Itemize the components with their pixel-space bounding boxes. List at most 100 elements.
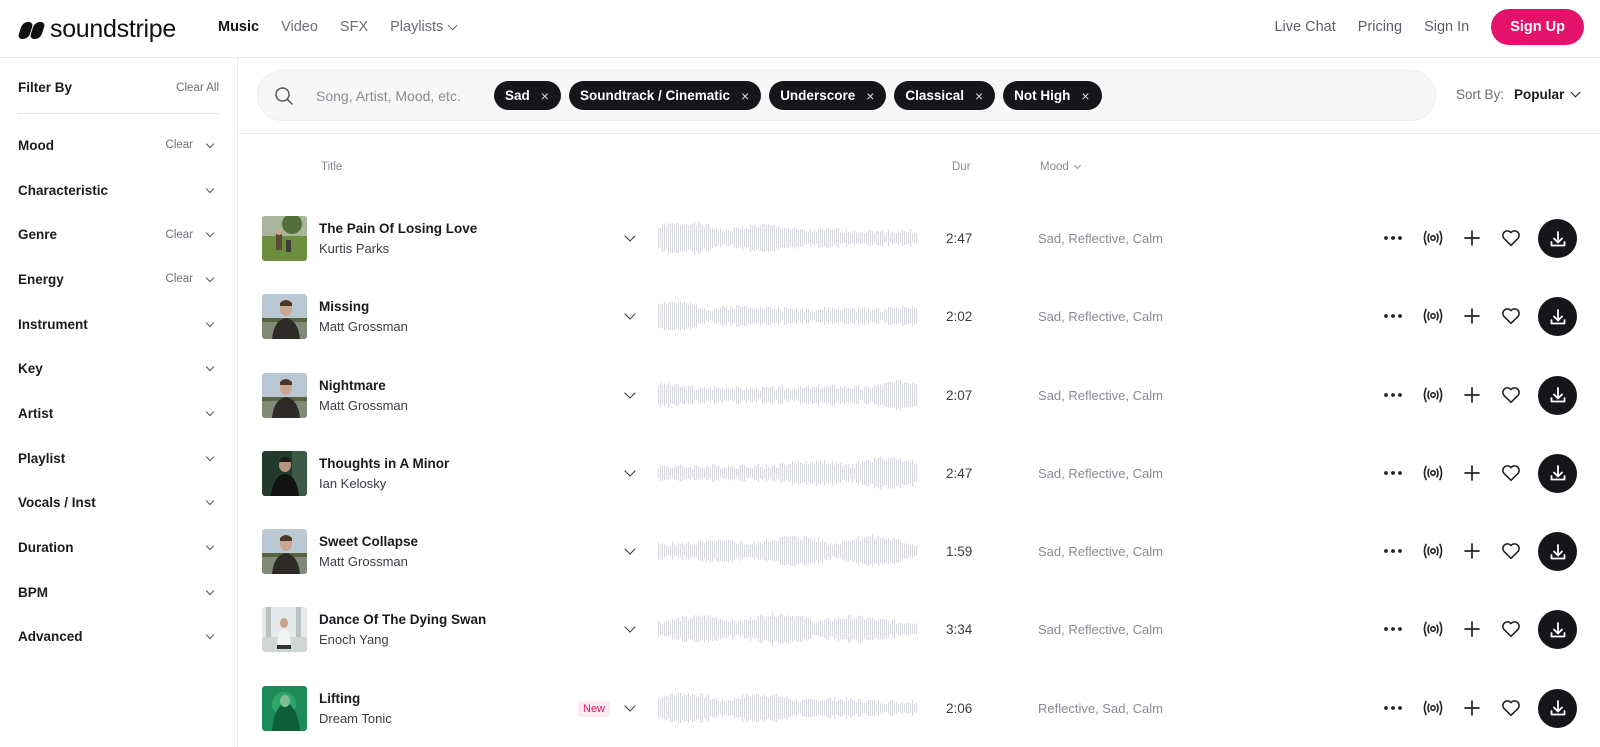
track-artwork[interactable] — [262, 607, 307, 653]
waveform[interactable] — [656, 377, 918, 413]
expand-chevron-icon[interactable] — [622, 621, 638, 637]
more-options-icon[interactable] — [1382, 618, 1404, 640]
filter-advanced[interactable]: Advanced — [18, 615, 219, 660]
more-options-icon[interactable] — [1382, 305, 1404, 327]
filter-chip[interactable]: Soundtrack / Cinematic × — [568, 81, 762, 110]
download-button[interactable] — [1538, 375, 1577, 415]
filter-playlist[interactable]: Playlist — [18, 436, 219, 481]
favorite-heart-icon[interactable] — [1500, 697, 1522, 719]
similar-songs-icon[interactable] — [1422, 305, 1444, 327]
similar-songs-icon[interactable] — [1422, 618, 1444, 640]
expand-chevron-icon[interactable] — [622, 700, 638, 716]
favorite-heart-icon[interactable] — [1500, 462, 1522, 484]
similar-songs-icon[interactable] — [1422, 462, 1444, 484]
nav-sfx[interactable]: SFX — [340, 19, 368, 35]
filter-chip[interactable]: Underscore × — [769, 81, 887, 110]
more-options-icon[interactable] — [1382, 462, 1404, 484]
favorite-heart-icon[interactable] — [1500, 618, 1522, 640]
track-row[interactable]: Thoughts in A Minor Ian Kelosky 2:47 Sad, R… — [262, 434, 1600, 512]
download-button[interactable] — [1538, 610, 1577, 650]
track-title[interactable]: Missing — [319, 299, 369, 314]
column-header-mood[interactable]: Mood — [1040, 161, 1081, 173]
filter-key[interactable]: Key — [18, 346, 219, 391]
pricing-link[interactable]: Pricing — [1358, 19, 1402, 35]
add-to-playlist-icon[interactable] — [1461, 227, 1483, 249]
favorite-heart-icon[interactable] — [1500, 540, 1522, 562]
track-title[interactable]: Thoughts in A Minor — [319, 456, 449, 471]
track-artwork[interactable] — [262, 216, 307, 261]
filter-genre[interactable]: Genre Clear — [18, 212, 219, 257]
filter-characteristic[interactable]: Characteristic — [18, 168, 219, 213]
nav-playlists[interactable]: Playlists — [390, 19, 458, 35]
track-title[interactable]: The Pain Of Losing Love — [319, 221, 477, 236]
more-options-icon[interactable] — [1382, 540, 1404, 562]
download-button[interactable] — [1538, 688, 1577, 728]
waveform[interactable] — [656, 455, 918, 491]
track-row[interactable]: Sweet Collapse Matt Grossman 1:59 Sad, Refl… — [262, 512, 1600, 590]
add-to-playlist-icon[interactable] — [1461, 384, 1483, 406]
track-artist[interactable]: Kurtis Parks — [319, 241, 389, 256]
favorite-heart-icon[interactable] — [1500, 305, 1522, 327]
filter-chip[interactable]: Not High × — [1003, 81, 1102, 110]
filter-bpm[interactable]: BPM — [18, 570, 219, 615]
filter-clear-button[interactable]: Clear — [166, 229, 193, 241]
track-artwork[interactable] — [262, 294, 307, 340]
similar-songs-icon[interactable] — [1422, 540, 1444, 562]
expand-chevron-icon[interactable] — [622, 387, 638, 403]
track-row[interactable]: Nightmare Matt Grossman 2:07 Sad, Reflectiv… — [262, 356, 1600, 434]
nav-music[interactable]: Music — [218, 19, 259, 35]
track-title[interactable]: Dance Of The Dying Swan — [319, 612, 486, 627]
filter-artist[interactable]: Artist — [18, 391, 219, 436]
track-row[interactable]: Dance Of The Dying Swan Enoch Yang 3:34 Sad… — [262, 590, 1600, 668]
add-to-playlist-icon[interactable] — [1461, 697, 1483, 719]
clear-all-button[interactable]: Clear All — [176, 82, 219, 94]
download-button[interactable] — [1538, 532, 1577, 572]
nav-video[interactable]: Video — [281, 19, 318, 35]
add-to-playlist-icon[interactable] — [1461, 305, 1483, 327]
track-artwork[interactable] — [262, 372, 307, 418]
download-button[interactable] — [1538, 453, 1577, 493]
expand-chevron-icon[interactable] — [622, 465, 638, 481]
track-row[interactable]: Lifting Dream Tonic New 2:06 Reflective, Sad… — [262, 669, 1600, 747]
search-input[interactable] — [316, 85, 486, 107]
track-artwork[interactable] — [262, 450, 307, 496]
close-icon[interactable]: × — [975, 89, 983, 103]
track-row[interactable]: Missing Matt Grossman 2:02 Sad, Reflective,… — [262, 277, 1600, 355]
filter-instrument[interactable]: Instrument — [18, 302, 219, 347]
close-icon[interactable]: × — [866, 89, 874, 103]
more-options-icon[interactable] — [1382, 227, 1404, 249]
track-artwork[interactable] — [262, 685, 307, 731]
close-icon[interactable]: × — [541, 89, 549, 103]
track-artist[interactable]: Matt Grossman — [319, 319, 408, 334]
add-to-playlist-icon[interactable] — [1461, 462, 1483, 484]
close-icon[interactable]: × — [1081, 89, 1089, 103]
track-row[interactable]: The Pain Of Losing Love Kurtis Parks 2:47 S… — [262, 199, 1600, 277]
track-title[interactable]: Sweet Collapse — [319, 534, 418, 549]
sign-in-link[interactable]: Sign In — [1424, 19, 1469, 35]
add-to-playlist-icon[interactable] — [1461, 618, 1483, 640]
similar-songs-icon[interactable] — [1422, 384, 1444, 406]
track-artist[interactable]: Ian Kelosky — [319, 476, 386, 491]
track-artwork[interactable] — [262, 529, 307, 575]
expand-chevron-icon[interactable] — [622, 543, 638, 559]
similar-songs-icon[interactable] — [1422, 227, 1444, 249]
track-artist[interactable]: Dream Tonic — [319, 711, 392, 726]
more-options-icon[interactable] — [1382, 697, 1404, 719]
waveform[interactable] — [656, 690, 918, 726]
close-icon[interactable]: × — [741, 89, 749, 103]
favorite-heart-icon[interactable] — [1500, 227, 1522, 249]
filter-energy[interactable]: Energy Clear — [18, 257, 219, 302]
track-title[interactable]: Lifting — [319, 691, 360, 706]
filter-mood[interactable]: Mood Clear — [18, 123, 219, 168]
waveform[interactable] — [656, 533, 918, 569]
soundstripe-logo[interactable]: soundstripe — [17, 15, 176, 44]
favorite-heart-icon[interactable] — [1500, 384, 1522, 406]
expand-chevron-icon[interactable] — [622, 230, 638, 246]
track-artist[interactable]: Matt Grossman — [319, 398, 408, 413]
filter-clear-button[interactable]: Clear — [166, 273, 193, 285]
filter-vocals-inst[interactable]: Vocals / Inst — [18, 481, 219, 526]
track-title[interactable]: Nightmare — [319, 378, 386, 393]
waveform[interactable] — [656, 611, 918, 647]
track-artist[interactable]: Matt Grossman — [319, 554, 408, 569]
add-to-playlist-icon[interactable] — [1461, 540, 1483, 562]
